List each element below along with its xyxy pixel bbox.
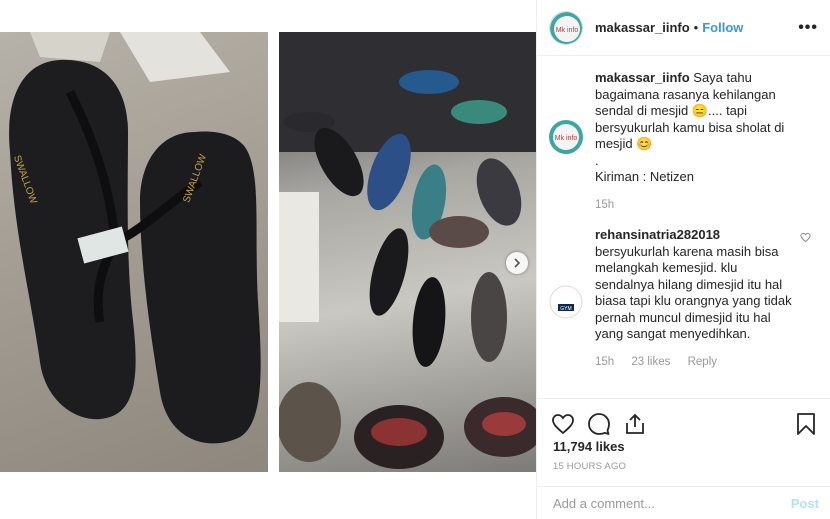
comment-input[interactable] (553, 495, 791, 511)
post-header: Mk info makassar_iinfo • Follow ••• (537, 0, 830, 56)
comment-icon (588, 412, 610, 435)
svg-text:Mk info: Mk info (556, 27, 579, 34)
avatar[interactable]: Mk info (549, 10, 583, 45)
carousel-next-button[interactable] (506, 252, 528, 274)
comment-button[interactable] (587, 412, 611, 436)
likes-count[interactable]: 11,794 likes (553, 439, 625, 454)
post-panel: Mk info makassar_iinfo • Follow ••• Mk i… (536, 0, 830, 519)
action-bar (537, 398, 830, 438)
post-media[interactable]: SWALLOW SWALLOW (0, 32, 536, 472)
follow-button[interactable]: Follow (702, 20, 743, 35)
post-username[interactable]: makassar_iinfo (595, 20, 690, 35)
add-comment-bar: Post (537, 486, 830, 519)
svg-text:GYM: GYM (560, 306, 571, 312)
comment-text: bersyukurlah karena masih bisa melangkah… (595, 243, 792, 342)
share-button[interactable] (623, 412, 647, 436)
post-timestamp[interactable]: 15 HOURS AGO (553, 461, 626, 472)
more-options-icon[interactable]: ••• (798, 19, 818, 37)
reply-button[interactable]: Reply (688, 356, 717, 368)
caption-meta: 15h (595, 197, 795, 214)
comment-meta: 15h 23 likes Reply (595, 354, 795, 371)
photo-sandal-pile (279, 32, 536, 472)
comment-likes[interactable]: 23 likes (631, 356, 670, 368)
caption-credit: Kiriman : Netizen (595, 169, 694, 184)
svg-text:Mk info: Mk info (555, 135, 578, 142)
like-button[interactable] (551, 412, 575, 436)
bookmark-icon (797, 412, 815, 435)
avatar[interactable]: GYM (549, 285, 583, 319)
comment-item: GYM rehansinatria282018 bersyukurlah kar… (537, 227, 830, 370)
comment-username[interactable]: rehansinatria282018 (595, 227, 720, 242)
caption: Mk info makassar_iinfo Saya tahu bagaima… (537, 70, 830, 213)
caption-username[interactable]: makassar_iinfo (595, 70, 690, 85)
separator-dot: • (693, 20, 699, 35)
caption-time[interactable]: 15h (595, 199, 614, 211)
share-icon (626, 413, 644, 434)
comment-body: rehansinatria282018 bersyukurlah karena … (595, 227, 795, 370)
chevron-right-icon (514, 258, 521, 268)
photo-flip-flops: SWALLOW SWALLOW (0, 32, 268, 472)
comment-heart-icon[interactable] (800, 230, 811, 248)
post-comment-button[interactable]: Post (791, 496, 819, 511)
comments-list[interactable]: Mk info makassar_iinfo Saya tahu bagaima… (537, 70, 830, 395)
save-button[interactable] (795, 412, 817, 436)
caption-body: makassar_iinfo Saya tahu bagaimana rasan… (595, 70, 795, 213)
caption-dot-line: . (595, 152, 599, 168)
heart-icon (552, 413, 574, 434)
avatar[interactable]: Mk info (549, 120, 583, 154)
comment-time[interactable]: 15h (595, 356, 614, 368)
